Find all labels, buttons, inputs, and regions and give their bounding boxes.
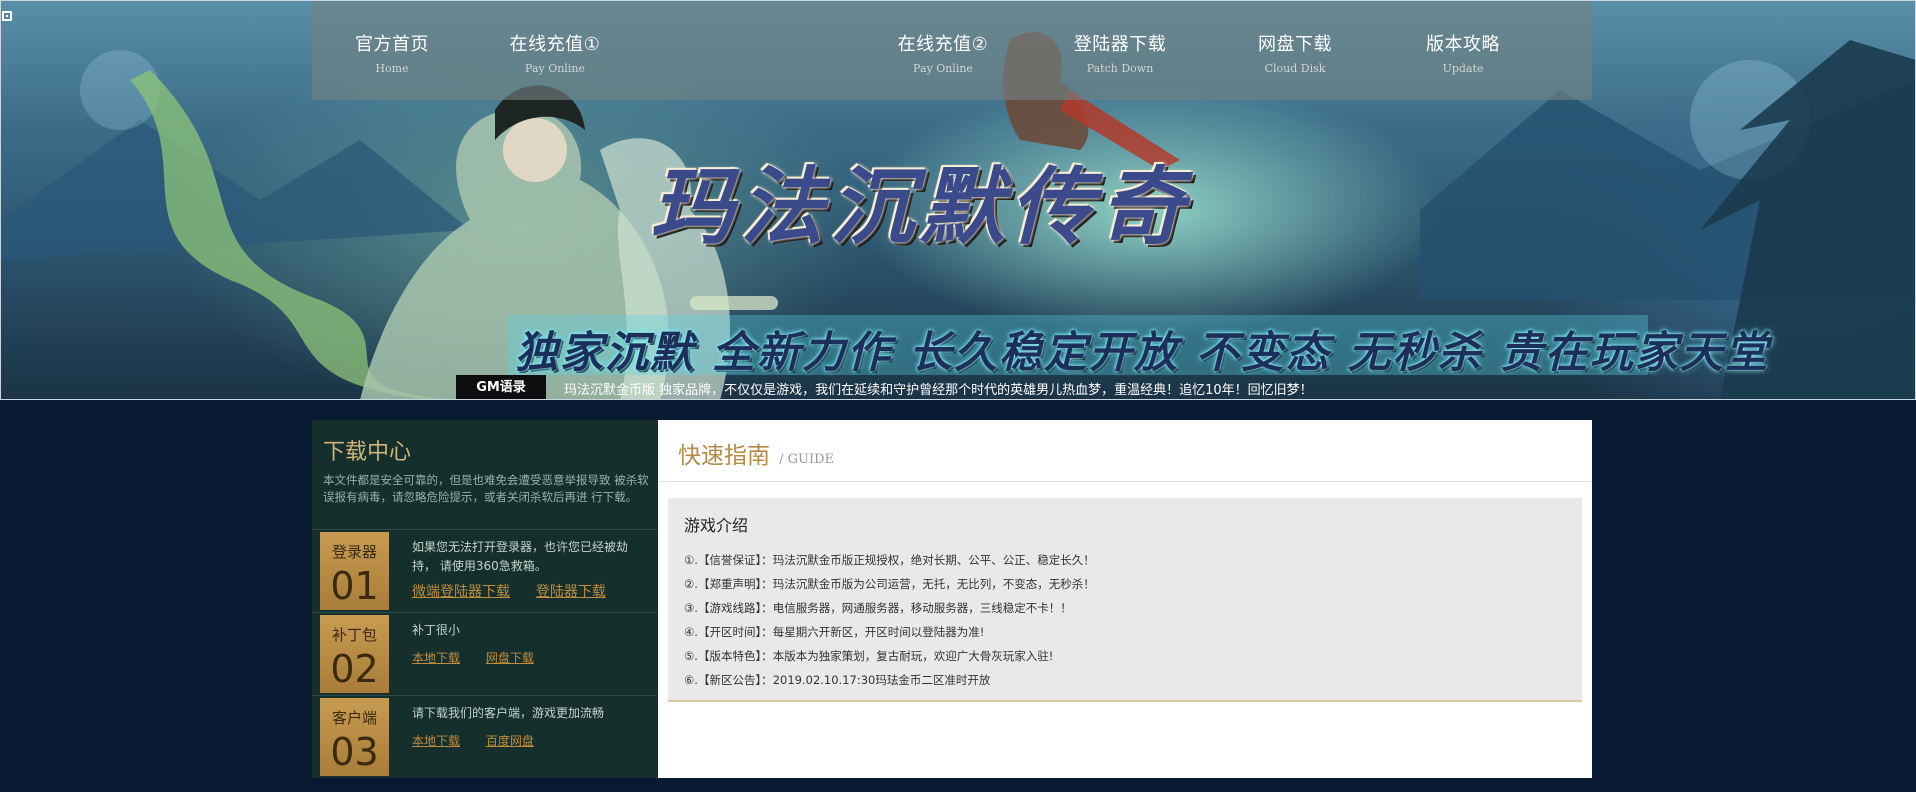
guide-subtitle: / GUIDE xyxy=(779,452,834,467)
badge-label: 客户端 xyxy=(331,709,377,727)
row-description: 请下载我们的客户端，游戏更加流畅 xyxy=(412,706,605,720)
nav-pay-online-1-sub: Pay Online xyxy=(525,62,585,75)
nav-pay-online-2-sub: Pay Online xyxy=(913,62,973,75)
nav-home-label: 官方首页 xyxy=(355,34,429,55)
patch-cloud-download-link[interactable]: 网盘下载 xyxy=(486,651,534,665)
row-links: 本地下载 网盘下载 xyxy=(412,649,556,666)
row-links: 微端登陆器下载 登陆器下载 xyxy=(412,581,628,601)
nav-home[interactable]: 官方首页 Home xyxy=(312,30,472,75)
download-center-title: 下载中心 xyxy=(323,440,412,465)
nav-version-guide[interactable]: 版本攻略 Update xyxy=(1383,30,1543,75)
intro-item: ①.【信誉保证】：玛法沉默金币版正规授权，绝对长期、公平、公正、稳定长久！ xyxy=(684,553,1095,567)
intro-item: ⑤.【版本特色】：本版本为独家策划，复古耐玩，欢迎广大骨灰玩家入驻! xyxy=(684,649,1054,663)
intro-list: ①.【信誉保证】：玛法沉默金币版正规授权，绝对长期、公平、公正、稳定长久！ ②.… xyxy=(684,548,1095,692)
client-badge: 客户端 03 xyxy=(320,698,389,776)
download-center-desc: 本文件都是安全可靠的，但是也难免会遭受恶意举报导致 被杀软误报有病毒，请忽略危险… xyxy=(323,473,649,504)
game-title-logo: 玛法沉默传奇 xyxy=(650,157,1191,256)
nav-cloud-download[interactable]: 网盘下载 Cloud Disk xyxy=(1215,30,1375,75)
download-row-launcher: 登录器 01 如果您无法打开登录器，也许您已经被劫持， 请使用360急救箱。 微… xyxy=(312,529,658,612)
nav-cloud-download-sub: Cloud Disk xyxy=(1264,62,1326,75)
intro-item: ③.【游戏线路】：电信服务器，网通服务器，移动服务器，三线稳定不卡！！ xyxy=(684,601,1072,615)
row-links: 本地下载 百度网盘 xyxy=(412,732,556,749)
nav-pay-online-1[interactable]: 在线充值① Pay Online xyxy=(475,30,635,75)
guide-header: 快速指南 / GUIDE xyxy=(678,436,834,470)
download-row-patch: 补丁包 02 补丁很小 本地下载 网盘下载 xyxy=(312,612,658,695)
gm-label: GM语录 xyxy=(456,375,546,400)
intro-title: 游戏介绍 xyxy=(684,516,749,535)
badge-label: 登录器 xyxy=(331,543,377,561)
patch-local-download-link[interactable]: 本地下载 xyxy=(412,651,460,665)
game-intro-box: 游戏介绍 ①.【信誉保证】：玛法沉默金币版正规授权，绝对长期、公平、公正、稳定长… xyxy=(668,498,1582,702)
guide-divider xyxy=(658,481,1592,482)
intro-item: ④.【开区时间】：每星期六开新区，开区时间以登陆器为准! xyxy=(684,625,985,639)
download-row-client: 客户端 03 请下载我们的客户端，游戏更加流畅 本地下载 百度网盘 xyxy=(312,695,658,778)
row-description: 补丁很小 xyxy=(412,623,461,637)
banner-slogan: 独家沉默 全新力作 长久稳定开放 不变态 无秒杀 贵在玩家天堂 xyxy=(515,328,1770,378)
intro-item: ⑥.【新区公告】：2019.02.10.17:30玛珐金币二区准时开放 xyxy=(684,673,991,687)
client-local-download-link[interactable]: 本地下载 xyxy=(412,734,460,748)
quick-guide-panel: 快速指南 / GUIDE 游戏介绍 ①.【信誉保证】：玛法沉默金币版正规授权，绝… xyxy=(658,420,1592,778)
client-baidu-download-link[interactable]: 百度网盘 xyxy=(486,734,534,748)
hero-banner: 官方首页 Home 在线充值① Pay Online 在线充值② Pay Onl… xyxy=(0,0,1916,400)
guide-title: 快速指南 xyxy=(678,443,770,469)
nav-version-guide-sub: Update xyxy=(1442,62,1484,75)
badge-number: 01 xyxy=(330,564,379,608)
nav-pay-online-2[interactable]: 在线充值② Pay Online xyxy=(863,30,1023,75)
badge-number: 03 xyxy=(330,730,379,774)
patch-badge: 补丁包 02 xyxy=(320,615,389,693)
nav-pay-online-2-label: 在线充值② xyxy=(897,34,989,55)
intro-item: ②.【郑重声明】：玛法沉默金币版为公司运营，无托，无比列，不变态，无秒杀！ xyxy=(684,577,1095,591)
row-description: 如果您无法打开登录器，也许您已经被劫持， 请使用360急救箱。 xyxy=(412,540,629,573)
corner-checkbox-icon[interactable] xyxy=(2,11,12,21)
nav-cloud-download-label: 网盘下载 xyxy=(1258,34,1332,55)
nav-launcher-download-label: 登陆器下载 xyxy=(1073,34,1167,55)
launcher-badge: 登录器 01 xyxy=(320,532,389,610)
nav-home-sub: Home xyxy=(375,62,409,75)
launcher-download-link[interactable]: 登陆器下载 xyxy=(536,584,606,600)
badge-number: 02 xyxy=(330,647,379,691)
gm-scrolling-text: 玛法沉默金币版 独家品牌，不仅仅是游戏，我们在延续和守护曾经那个时代的英雄男儿热… xyxy=(564,383,1313,398)
top-navigation: 官方首页 Home 在线充值① Pay Online 在线充值② Pay Onl… xyxy=(312,0,1592,100)
nav-version-guide-label: 版本攻略 xyxy=(1426,34,1500,55)
nav-launcher-download[interactable]: 登陆器下载 Patch Down xyxy=(1040,30,1200,75)
badge-label: 补丁包 xyxy=(331,626,377,644)
nav-pay-online-1-label: 在线充值① xyxy=(509,34,601,55)
download-center-panel: 下载中心 本文件都是安全可靠的，但是也难免会遭受恶意举报导致 被杀软误报有病毒，… xyxy=(312,420,658,778)
nav-launcher-download-sub: Patch Down xyxy=(1086,62,1154,75)
micro-launcher-download-link[interactable]: 微端登陆器下载 xyxy=(412,584,510,600)
